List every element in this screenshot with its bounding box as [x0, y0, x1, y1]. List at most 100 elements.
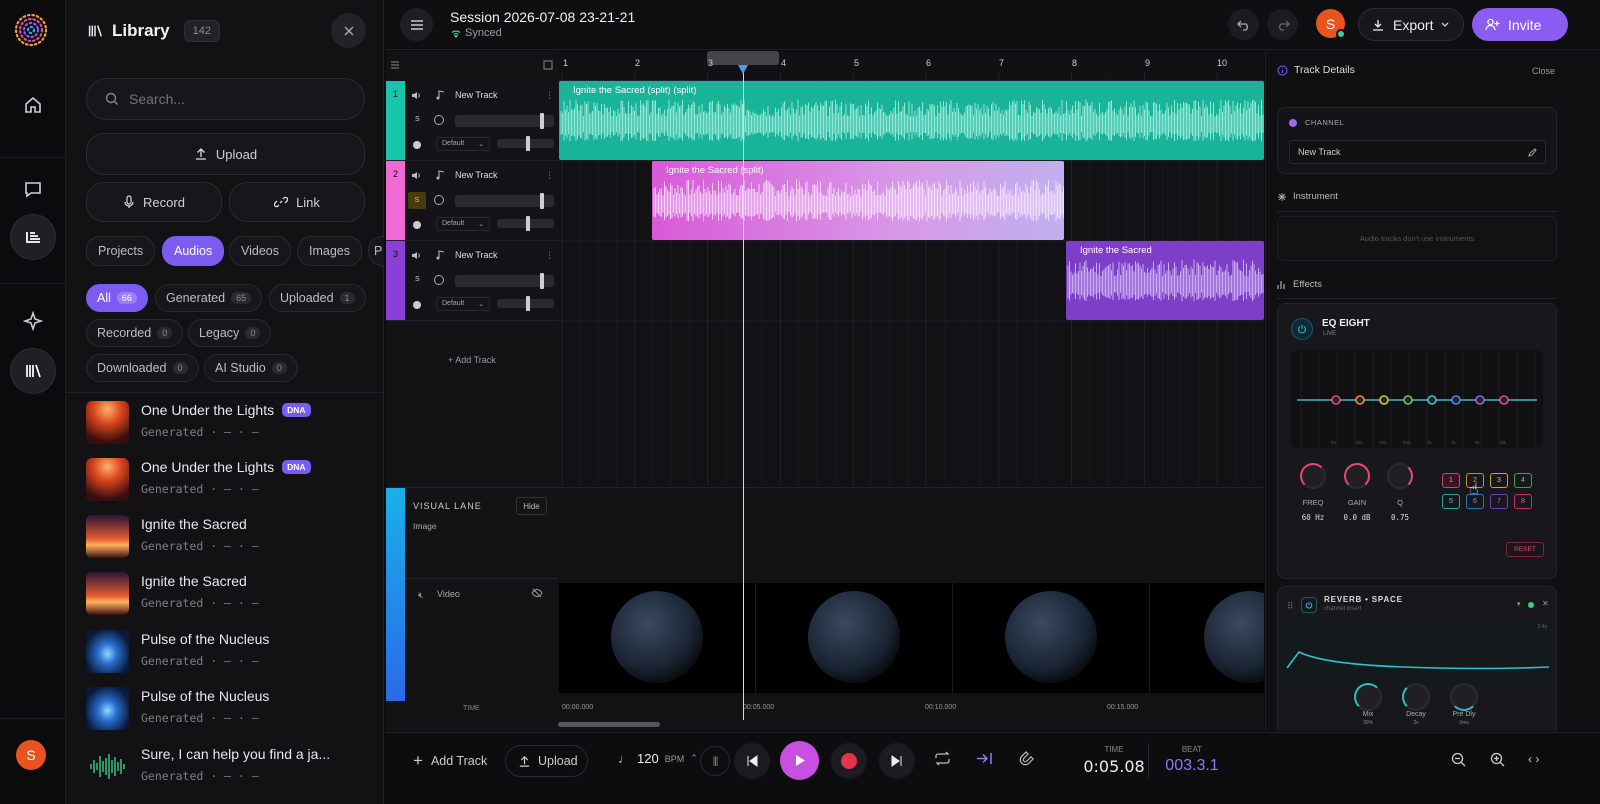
- solo-button[interactable]: S: [415, 276, 420, 283]
- tab-projects[interactable]: Projects: [86, 236, 156, 266]
- ai-sparkle-button[interactable]: [10, 298, 56, 344]
- speaker-icon[interactable]: [411, 171, 421, 180]
- bpm-control[interactable]: ♩ 120 BPM ⌃: [618, 751, 698, 766]
- audio-clip[interactable]: Ignite the Sacred: [1066, 241, 1264, 320]
- library-item[interactable]: Ignite the Sacred Generated · — · —: [86, 512, 376, 564]
- eq-reset-button[interactable]: RESET: [1506, 542, 1544, 557]
- filter-generated[interactable]: Generated 65: [155, 284, 263, 312]
- solo-button[interactable]: S: [408, 192, 426, 209]
- eq-band-button[interactable]: 8: [1514, 494, 1532, 509]
- eq-band-button[interactable]: 4: [1514, 473, 1532, 488]
- app-logo[interactable]: [14, 13, 48, 47]
- close-library-button[interactable]: [331, 13, 366, 48]
- track-header[interactable]: 2 New Track ⋮ S Default ⌄: [386, 161, 558, 241]
- panel-toggle-icon[interactable]: [543, 60, 553, 70]
- input-select[interactable]: Default ⌄: [436, 217, 490, 231]
- invite-button[interactable]: Invite: [1472, 8, 1568, 41]
- eq-band-button[interactable]: 5: [1442, 494, 1460, 509]
- upload-button[interactable]: Upload: [86, 133, 365, 175]
- filter-uploaded[interactable]: Uploaded 1: [269, 284, 366, 312]
- play-button[interactable]: [780, 741, 819, 780]
- volume-slider[interactable]: [455, 273, 554, 289]
- menu-button[interactable]: [400, 8, 433, 41]
- filter-legacy[interactable]: Legacy 0: [188, 319, 272, 347]
- gain-knob[interactable]: [1344, 463, 1370, 489]
- audio-clip[interactable]: Ignite the Sacred (split): [652, 161, 1064, 240]
- library-button[interactable]: [10, 348, 56, 394]
- tab-images[interactable]: Images: [297, 236, 362, 266]
- library-item[interactable]: One Under the Lights DNA Generated · — · …: [86, 455, 376, 507]
- speaker-icon[interactable]: [411, 251, 421, 260]
- playhead-handle[interactable]: [738, 65, 748, 74]
- redo-button[interactable]: [1267, 9, 1298, 40]
- eq-graph[interactable]: 50 100 200 500 1k 2k 5k 10k: [1291, 350, 1543, 448]
- record-transport-button[interactable]: [831, 743, 867, 779]
- video-strip[interactable]: [559, 583, 1264, 693]
- audio-clip[interactable]: Ignite the Sacred (split) (split): [559, 81, 1264, 160]
- more-icon[interactable]: ⋮: [545, 170, 554, 181]
- remove-effect-icon[interactable]: ✕: [1542, 599, 1549, 608]
- add-track-button[interactable]: + Add Track: [413, 751, 487, 771]
- filter-all[interactable]: All 66: [86, 284, 148, 312]
- timeline-button[interactable]: [10, 214, 56, 260]
- undo-button[interactable]: [1228, 9, 1259, 40]
- home-button[interactable]: [10, 82, 56, 128]
- reverb-graph[interactable]: 2.4s: [1283, 620, 1553, 686]
- follow-playhead-button[interactable]: [976, 751, 993, 766]
- skip-back-button[interactable]: [734, 743, 770, 779]
- track-list-icon[interactable]: [390, 60, 400, 70]
- zoom-in-button[interactable]: [1490, 752, 1505, 767]
- info-icon[interactable]: [434, 275, 444, 285]
- eq-band-button[interactable]: 3: [1490, 473, 1508, 488]
- volume-slider[interactable]: [455, 193, 554, 209]
- hide-lane-button[interactable]: Hide: [516, 497, 547, 515]
- track-header[interactable]: 3 New Track ⋮ S Default ⌄: [386, 241, 558, 321]
- channel-name-field[interactable]: New Track: [1289, 140, 1546, 164]
- close-panel-button[interactable]: Close: [1532, 66, 1555, 76]
- filter-recorded[interactable]: Recorded 0: [86, 319, 184, 347]
- track-name[interactable]: New Track: [455, 90, 498, 100]
- pan-slider[interactable]: [497, 216, 554, 231]
- filter-downloaded[interactable]: Downloaded 0: [86, 354, 199, 382]
- link-button[interactable]: Link: [229, 182, 365, 222]
- speaker-icon[interactable]: [411, 91, 421, 100]
- search-input[interactable]: [129, 91, 329, 107]
- skip-forward-button[interactable]: [879, 743, 915, 779]
- q-knob[interactable]: [1387, 463, 1413, 489]
- input-select[interactable]: Default ⌄: [436, 297, 490, 311]
- decay-knob[interactable]: [1402, 683, 1430, 711]
- zoom-out-button[interactable]: [1451, 752, 1466, 767]
- channel-color-dot[interactable]: [1289, 118, 1297, 127]
- export-button[interactable]: Export: [1358, 8, 1464, 41]
- eye-off-icon[interactable]: [531, 588, 543, 598]
- track-name[interactable]: New Track: [455, 170, 498, 180]
- more-icon[interactable]: ⋮: [545, 90, 554, 101]
- tab-audios[interactable]: Audios: [162, 236, 225, 266]
- library-item[interactable]: Sure, I can help you find a ja... Genera…: [86, 742, 376, 794]
- reverb-chevron-icon[interactable]: ▾: [1517, 600, 1521, 608]
- more-icon[interactable]: ⋮: [545, 250, 554, 261]
- input-select[interactable]: Default ⌄: [436, 137, 490, 151]
- pan-slider[interactable]: [497, 296, 554, 311]
- add-track-inline-button[interactable]: + Add Track: [448, 355, 496, 365]
- info-icon[interactable]: [434, 115, 444, 125]
- mute-video-icon[interactable]: 🔇︎: [418, 590, 424, 601]
- horizontal-scrollbar[interactable]: [558, 722, 660, 727]
- library-item[interactable]: Pulse of the Nucleus Generated · — · —: [86, 627, 376, 679]
- record-arm-button[interactable]: [413, 221, 421, 229]
- pre-delay-knob[interactable]: [1450, 683, 1478, 711]
- record-button[interactable]: Record: [86, 182, 222, 222]
- tab-more[interactable]: P: [368, 236, 384, 266]
- record-arm-button[interactable]: [413, 301, 421, 309]
- freq-knob[interactable]: [1300, 463, 1326, 489]
- eq-band-button[interactable]: 7: [1490, 494, 1508, 509]
- snap-button[interactable]: [1018, 751, 1034, 767]
- info-icon[interactable]: [434, 195, 444, 205]
- loop-button[interactable]: [934, 751, 951, 766]
- drag-handle-icon[interactable]: ⠿: [1287, 601, 1294, 612]
- track-header[interactable]: 1 New Track ⋮ S Default ⌄: [386, 81, 558, 161]
- mix-knob[interactable]: [1354, 683, 1382, 711]
- library-item[interactable]: One Under the Lights DNA Generated · — · …: [86, 398, 376, 450]
- library-item[interactable]: Pulse of the Nucleus Generated · — · —: [86, 684, 376, 736]
- library-item[interactable]: Ignite the Sacred Generated · — · —: [86, 569, 376, 621]
